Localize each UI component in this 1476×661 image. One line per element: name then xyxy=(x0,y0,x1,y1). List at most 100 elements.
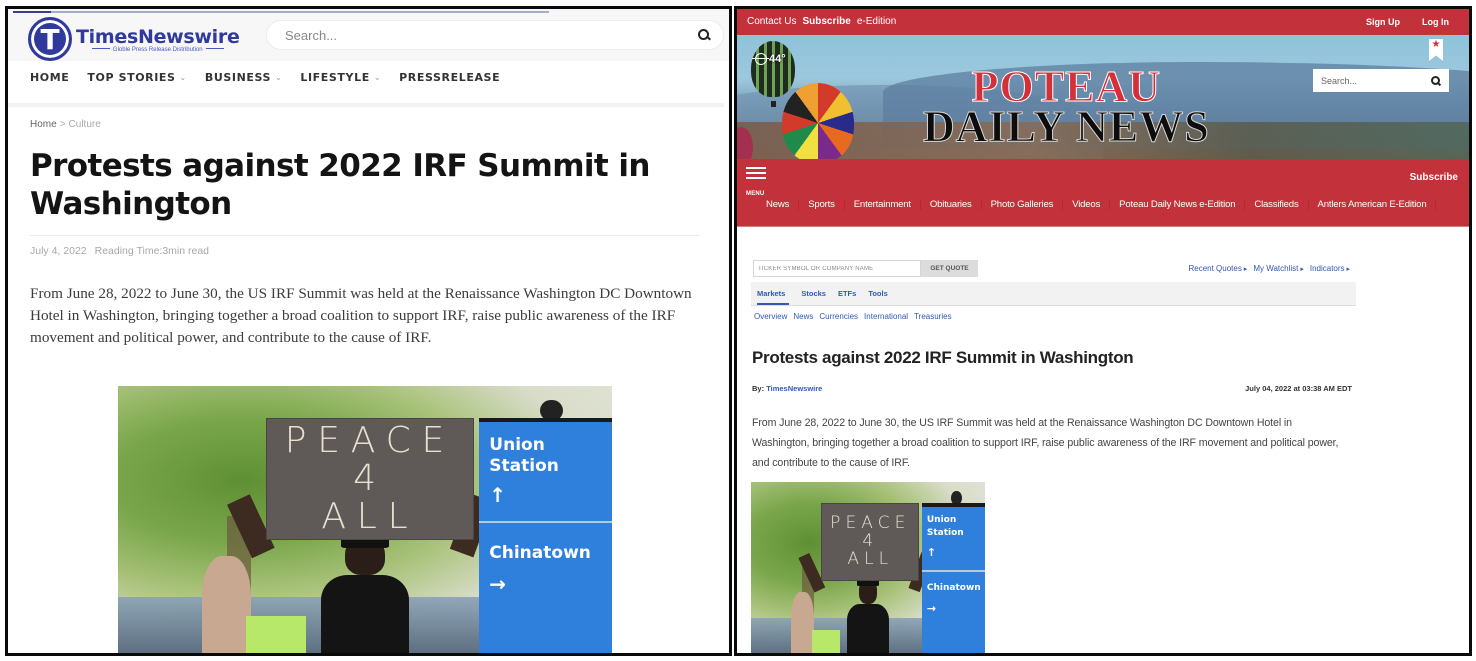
tab-markets[interactable]: Markets xyxy=(757,283,790,305)
article-body: From June 28, 2022 to June 30, the US IR… xyxy=(752,417,1339,469)
sign-line: ALL xyxy=(847,548,894,569)
tab-stocks[interactable]: Stocks xyxy=(801,283,826,304)
chevron-down-icon: ⌄ xyxy=(179,73,187,82)
protester-figure xyxy=(316,530,415,653)
search-input[interactable] xyxy=(1321,75,1431,86)
recent-quotes-link[interactable]: Recent Quotes xyxy=(1188,264,1247,273)
metro-sign-text: Union xyxy=(926,514,957,525)
chevron-down-icon: ⌄ xyxy=(275,73,283,82)
metro-sign-text: Station xyxy=(926,528,964,539)
nav-divider xyxy=(8,103,724,107)
logo-icon: T xyxy=(28,17,72,61)
menu-label: MENU xyxy=(746,191,765,197)
subtab-news[interactable]: News xyxy=(793,312,813,321)
protest-sign: PEACE 4 ALL xyxy=(821,502,920,582)
protest-sign: PEACE 4 ALL xyxy=(266,418,474,540)
nav-item-photo-galleries[interactable]: Photo Galleries xyxy=(982,199,1064,210)
get-quote-button[interactable]: GET QUOTE xyxy=(921,260,978,277)
nav-item-sports[interactable]: Sports xyxy=(799,199,845,210)
quote-links: Recent Quotes My Watchlist Indicators xyxy=(1188,264,1350,273)
nav-item-videos[interactable]: Videos xyxy=(1063,199,1111,210)
site-header: T TimesNewswire Globle Press Release Dis… xyxy=(8,9,729,61)
article-photo: PEACE 4 ALL Union Station ↑ Chinatown → xyxy=(751,482,985,653)
protester-figure xyxy=(845,574,892,653)
market-tabs: Markets Stocks ETFs Tools xyxy=(751,282,1356,306)
search-icon[interactable] xyxy=(697,28,711,42)
main-nav: HOME TOP STORIES ⌄ BUSINESS ⌄ LIFESTYLE ⌄ P… xyxy=(30,71,518,84)
subscribe-link[interactable]: Subscribe xyxy=(802,16,850,27)
breadcrumb-current[interactable]: Culture xyxy=(69,119,101,130)
metro-sign-text: Chinatown xyxy=(489,542,591,563)
logo-line-1: POTEAU xyxy=(971,62,1162,111)
reading-time: Reading Time:3min read xyxy=(94,245,210,257)
nav-item-home[interactable]: HOME xyxy=(30,71,69,84)
tab-etfs[interactable]: ETFs xyxy=(838,283,856,304)
search-input[interactable] xyxy=(285,27,697,43)
e-edition-link[interactable]: e-Edition xyxy=(857,16,896,27)
poteau-daily-news-screenshot: Contact Us Subscribe e-Edition Sign Up L… xyxy=(734,6,1472,656)
nav-label: PRESSRELEASE xyxy=(399,71,501,84)
metro-sign-text: Union xyxy=(489,435,545,456)
by-label: By: xyxy=(752,384,765,393)
article-title: Protests against 2022 IRF Summit in Wash… xyxy=(30,148,650,222)
article-photo: PEACE 4 ALL Union Station ↑ Chinatown → xyxy=(118,386,612,653)
article-date: July 4, 2022 xyxy=(30,245,87,257)
nav-item-e-edition[interactable]: Poteau Daily News e-Edition xyxy=(1110,199,1246,210)
subtab-currencies[interactable]: Currencies xyxy=(819,312,858,321)
article-title: Protests against 2022 IRF Summit in Wash… xyxy=(752,348,1134,367)
nav-item-top-stories[interactable]: TOP STORIES ⌄ xyxy=(87,71,186,84)
partly-cloudy-icon xyxy=(752,53,769,65)
my-watchlist-link[interactable]: My Watchlist xyxy=(1253,264,1304,273)
balloon-image xyxy=(751,41,795,97)
nav-item-news[interactable]: News xyxy=(757,199,800,210)
metro-sign: Union Station ↑ Chinatown → xyxy=(921,502,985,653)
timesnewswire-screenshot: T TimesNewswire Globle Press Release Dis… xyxy=(5,6,732,656)
nav-label: HOME xyxy=(30,71,70,84)
metro-sign: Union Station ↑ Chinatown → xyxy=(478,418,612,653)
sign-line: PEACE xyxy=(284,420,456,462)
masthead-banner: 44° POTEAU DAILY NEWS ★ xyxy=(737,35,1469,159)
nav-item-business[interactable]: BUSINESS ⌄ xyxy=(205,71,283,84)
author-link[interactable]: TimesNewswire xyxy=(766,384,822,393)
contact-us-link[interactable]: Contact Us xyxy=(747,16,796,27)
indicators-link[interactable]: Indicators xyxy=(1310,264,1350,273)
byline: By: TimesNewswire xyxy=(752,384,822,393)
nav-item-lifestyle[interactable]: LIFESTYLE ⌄ xyxy=(300,71,381,84)
nav-item-antlers-e-edition[interactable]: Antlers American E-Edition xyxy=(1309,199,1437,210)
subscribe-button[interactable]: Subscribe xyxy=(1410,172,1458,183)
nav-label: LIFESTYLE xyxy=(300,71,370,84)
metro-sign-text: Chinatown xyxy=(926,583,981,594)
balloon-image xyxy=(782,83,854,159)
breadcrumb: Home > Culture xyxy=(30,119,101,130)
logo-tagline: Globle Press Release Distribution xyxy=(76,47,240,53)
search-box xyxy=(1313,69,1449,92)
subtab-overview[interactable]: Overview xyxy=(754,312,787,321)
nav-item-obituaries[interactable]: Obituaries xyxy=(921,199,982,210)
arrow-right-icon: → xyxy=(489,571,507,596)
hamburger-icon xyxy=(746,167,766,169)
temperature: 44° xyxy=(769,53,786,65)
stock-quote-form: GET QUOTE xyxy=(753,260,978,277)
ticker-input[interactable] xyxy=(753,260,921,277)
title-divider xyxy=(30,235,700,236)
nav-item-classifieds[interactable]: Classifieds xyxy=(1245,199,1309,210)
bookmark-icon[interactable]: ★ xyxy=(1429,39,1443,61)
subtab-international[interactable]: International xyxy=(864,312,908,321)
breadcrumb-home[interactable]: Home xyxy=(30,119,57,130)
menu-button[interactable]: MENU xyxy=(746,167,768,200)
section-nav: News Sports Entertainment Obituaries Pho… xyxy=(757,199,1437,210)
article-meta: July 4, 2022 Reading Time:3min read xyxy=(30,245,209,257)
weather-widget[interactable]: 44° xyxy=(752,53,786,65)
log-in-link[interactable]: Log In xyxy=(1422,17,1449,27)
tab-tools[interactable]: Tools xyxy=(868,283,887,304)
search-box xyxy=(266,20,724,50)
arrow-right-icon: → xyxy=(926,602,937,616)
site-logo[interactable]: POTEAU DAILY NEWS xyxy=(923,62,1210,148)
site-logo[interactable]: T TimesNewswire Globle Press Release Dis… xyxy=(28,17,240,61)
chevron-down-icon: ⌄ xyxy=(373,73,382,82)
nav-item-pressrelease[interactable]: PRESSRELEASE xyxy=(399,71,500,84)
search-icon[interactable] xyxy=(1431,75,1441,86)
sign-up-link[interactable]: Sign Up xyxy=(1366,17,1400,27)
subtab-treasuries[interactable]: Treasuries xyxy=(914,312,952,321)
nav-item-entertainment[interactable]: Entertainment xyxy=(845,199,921,210)
